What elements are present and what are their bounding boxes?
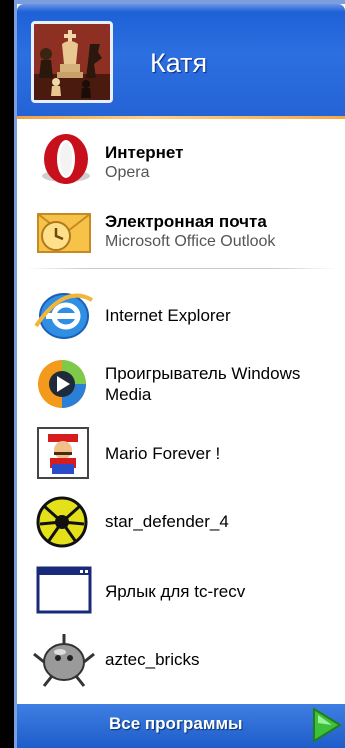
recent-item-label: star_defender_4 [105, 512, 229, 531]
star-defender-icon [36, 496, 88, 548]
green-arrow-icon [313, 707, 342, 743]
recent-item-label: Mario Forever ! [105, 444, 221, 463]
outlook-icon [37, 213, 91, 253]
recent-item-label: Internet Explorer [105, 306, 231, 325]
mario-icon [37, 427, 89, 479]
chess-pieces-icon [34, 24, 110, 100]
header-divider [17, 116, 345, 119]
all-programs-button[interactable]: Все программы [17, 704, 345, 748]
pinned-separator [25, 268, 337, 269]
recent-item-tc-recv[interactable]: Ярлык для tc-recv [17, 554, 345, 618]
recent-item-aztec-bricks[interactable]: aztec_bricks [17, 624, 345, 688]
recent-item-mario-forever[interactable]: Mario Forever ! [17, 416, 345, 480]
all-programs-label: Все программы [109, 714, 243, 733]
user-name: Катя [150, 48, 208, 78]
internet-explorer-icon [34, 293, 93, 339]
start-menu: Катя Интернет Opera Электронная почта Mi… [17, 4, 345, 748]
start-menu-header: Катя [17, 4, 345, 116]
recent-item-label: aztec_bricks [105, 650, 200, 669]
user-avatar[interactable] [31, 21, 113, 103]
recent-item-label-line2: Media [105, 385, 152, 404]
recent-item-windows-media[interactable]: Проигрыватель Windows Media [17, 346, 345, 410]
pinned-item-email[interactable]: Электронная почта Microsoft Office Outlo… [17, 194, 345, 258]
recent-item-label: Проигрыватель Windows [105, 364, 301, 383]
pinned-item-title: Интернет [105, 143, 184, 162]
pinned-item-title: Электронная почта [105, 212, 267, 231]
pinned-item-internet[interactable]: Интернет Opera [17, 124, 345, 188]
window-app-icon [36, 566, 92, 614]
opera-icon [42, 134, 90, 184]
recent-item-internet-explorer[interactable]: Internet Explorer [17, 278, 345, 342]
pinned-item-subtitle: Microsoft Office Outlook [105, 233, 276, 250]
recent-item-star-defender[interactable]: star_defender_4 [17, 484, 345, 548]
pinned-item-subtitle: Opera [105, 164, 150, 181]
recent-item-label: Ярлык для tc-recv [105, 582, 246, 601]
aztec-bricks-icon [33, 634, 95, 687]
windows-media-player-icon [38, 360, 86, 408]
